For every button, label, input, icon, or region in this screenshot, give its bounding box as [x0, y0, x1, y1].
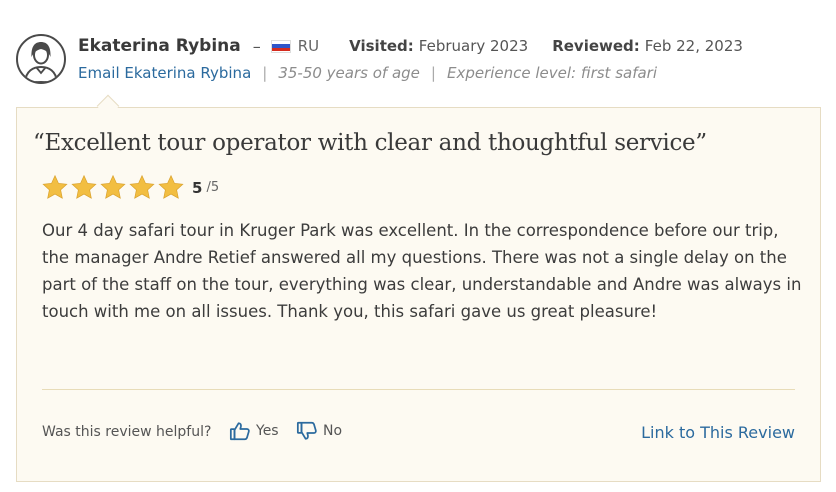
- user-avatar-icon: [23, 42, 59, 82]
- review-card: “Excellent tour operator with clear and …: [16, 107, 821, 482]
- reviewed-label: Reviewed:: [552, 37, 640, 55]
- visited-value: February 2023: [418, 37, 529, 55]
- reviewer-avatar: [16, 34, 66, 84]
- reviewer-header: Ekaterina Rybina – RU Visited: February …: [78, 34, 767, 58]
- helpful-yes-label: Yes: [256, 423, 279, 439]
- reviewer-country: RU: [297, 37, 320, 55]
- link-to-review[interactable]: Link to This Review: [641, 423, 795, 442]
- helpful-yes-button[interactable]: Yes: [229, 420, 279, 442]
- star-icon: [71, 174, 97, 199]
- russia-flag-icon: [270, 39, 291, 53]
- detail-separator: |: [262, 64, 268, 82]
- reviewer-name: Ekaterina Rybina: [78, 36, 241, 56]
- review-title: “Excellent tour operator with clear and …: [33, 130, 707, 156]
- divider: [42, 389, 795, 390]
- rating-value: 5: [192, 178, 203, 197]
- age-range: 35-50 years of age: [278, 64, 420, 82]
- star-icon: [129, 174, 155, 199]
- star-rating: 5 /5: [41, 174, 219, 201]
- review-body: Our 4 day safari tour in Kruger Park was…: [42, 221, 802, 321]
- reviewed-value: Feb 22, 2023: [644, 37, 743, 55]
- reviewer-details: Email Ekaterina Rybina | 35-50 years of …: [78, 62, 657, 84]
- star-icon: [158, 174, 184, 199]
- visited-label: Visited:: [349, 37, 414, 55]
- thumbs-up-icon: [229, 422, 250, 441]
- thumbs-down-icon: [296, 421, 317, 440]
- helpful-question: Was this review helpful?: [42, 424, 212, 440]
- detail-separator: |: [430, 64, 436, 82]
- helpful-no-label: No: [323, 423, 343, 439]
- name-separator: –: [252, 36, 261, 56]
- review-footer: Was this review helpful? Yes No Link to …: [42, 420, 795, 446]
- star-icon: [100, 174, 126, 199]
- experience-level: Experience level: first safari: [446, 64, 658, 82]
- star-icon: [42, 174, 68, 199]
- rating-max: /5: [206, 180, 220, 195]
- helpful-no-button[interactable]: No: [296, 420, 342, 442]
- email-reviewer-link[interactable]: Email Ekaterina Rybina: [78, 64, 251, 82]
